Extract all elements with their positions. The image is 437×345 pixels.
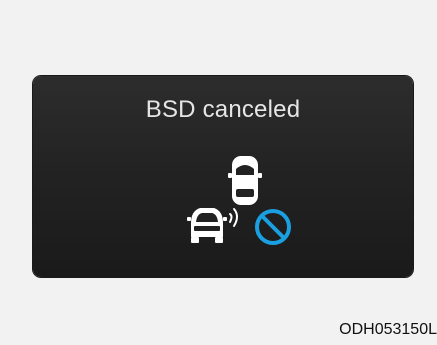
figure-code-label: ODH053150L bbox=[339, 321, 437, 338]
car-rear-icon bbox=[187, 208, 227, 243]
prohibited-icon bbox=[255, 209, 291, 245]
bsd-icon-graphic bbox=[187, 156, 291, 245]
car-top-icon bbox=[228, 156, 262, 205]
bsd-display-panel: BSD canceled bbox=[33, 76, 413, 277]
radar-wave-icon bbox=[229, 208, 238, 227]
